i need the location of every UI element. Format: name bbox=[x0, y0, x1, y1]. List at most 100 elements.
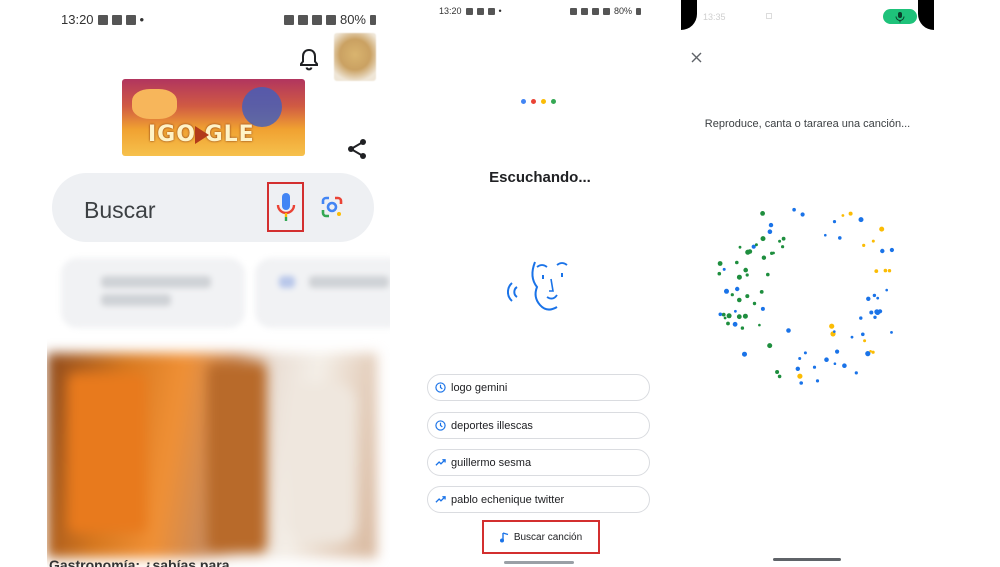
voice-search-mic-icon[interactable] bbox=[276, 192, 296, 222]
suggestion-label: guillermo sesma bbox=[451, 456, 532, 469]
suggestion-card[interactable] bbox=[61, 258, 245, 328]
news-card-title[interactable]: Gastronomía: ¿sabías para bbox=[49, 557, 379, 567]
sphere-dot bbox=[854, 371, 858, 375]
sphere-dot bbox=[874, 309, 880, 315]
battery-level: 80% bbox=[339, 12, 366, 27]
gallery-notification-icon bbox=[465, 7, 473, 15]
yellow-dot bbox=[541, 99, 546, 104]
mic-in-use-indicator bbox=[883, 9, 917, 24]
sphere-dot bbox=[760, 211, 765, 216]
suggestion-chip[interactable]: pablo echenique twitter bbox=[427, 486, 650, 513]
sphere-dot bbox=[752, 301, 757, 306]
gesture-handle[interactable] bbox=[773, 558, 841, 561]
listening-title: Escuchando... bbox=[489, 169, 591, 186]
google-doodle[interactable]: IGO GLE bbox=[122, 79, 305, 156]
sphere-dot bbox=[833, 330, 836, 333]
sphere-dot bbox=[717, 271, 722, 276]
sphere-dot bbox=[786, 328, 791, 333]
history-icon bbox=[435, 420, 446, 431]
account-avatar[interactable] bbox=[334, 33, 376, 81]
search-song-label: Buscar canción bbox=[513, 531, 583, 543]
sphere-dot bbox=[743, 267, 748, 273]
sphere-dot bbox=[874, 269, 879, 273]
sphere-dot bbox=[721, 312, 726, 317]
sphere-dot bbox=[841, 214, 845, 217]
gesture-handle[interactable] bbox=[504, 561, 574, 564]
sphere-dot bbox=[781, 245, 785, 249]
screen-corner bbox=[681, 0, 697, 30]
sphere-dot bbox=[887, 269, 892, 273]
sphere-dot bbox=[742, 351, 747, 357]
sphere-dot bbox=[736, 314, 742, 320]
share-icon[interactable] bbox=[346, 138, 368, 160]
sphere-dot bbox=[777, 374, 782, 379]
search-song-button[interactable]: Buscar canción bbox=[482, 520, 600, 554]
mute-icon bbox=[580, 7, 588, 15]
status-notification-icon bbox=[766, 13, 772, 19]
airplane-icon bbox=[325, 14, 336, 25]
doodle-decoration bbox=[242, 87, 282, 127]
suggestion-label: logo gemini bbox=[451, 381, 508, 394]
sphere-dot bbox=[865, 351, 871, 357]
sphere-dot bbox=[889, 247, 894, 253]
trending-icon bbox=[435, 496, 446, 503]
sphere-dot bbox=[767, 229, 773, 234]
notifications-bell-icon[interactable] bbox=[298, 47, 320, 71]
history-icon bbox=[435, 382, 446, 393]
sphere-dot bbox=[858, 217, 864, 223]
suggestion-label: pablo echenique twitter bbox=[451, 493, 565, 506]
sphere-dot bbox=[859, 316, 863, 320]
sphere-dot bbox=[730, 293, 734, 297]
sphere-dot bbox=[738, 245, 742, 249]
trending-icon bbox=[435, 459, 446, 466]
close-icon[interactable] bbox=[691, 52, 702, 63]
sphere-dot bbox=[850, 335, 854, 339]
sphere-dot bbox=[848, 211, 853, 216]
airplane-icon bbox=[602, 7, 610, 15]
suggestion-chip[interactable]: guillermo sesma bbox=[427, 449, 650, 476]
sphere-dot bbox=[799, 381, 803, 385]
sphere-dot bbox=[759, 290, 764, 294]
suggestion-card[interactable] bbox=[255, 258, 390, 328]
sphere-dot bbox=[829, 323, 835, 329]
sphere-dot bbox=[824, 233, 827, 237]
sphere-dot bbox=[734, 309, 737, 313]
suggestion-chip[interactable]: logo gemini bbox=[427, 374, 650, 401]
battery-level: 80% bbox=[613, 6, 632, 16]
news-card-image[interactable] bbox=[47, 353, 377, 558]
sphere-dot bbox=[717, 261, 723, 266]
google-listening-dots bbox=[521, 99, 556, 104]
sphere-dot bbox=[838, 236, 842, 240]
sphere-dot bbox=[812, 365, 817, 369]
suggestion-chip[interactable]: deportes illescas bbox=[427, 412, 650, 439]
sphere-dot bbox=[768, 222, 774, 228]
mic-icon bbox=[895, 12, 905, 23]
battery-icon bbox=[636, 7, 641, 15]
sphere-dot bbox=[803, 351, 807, 355]
red-dot bbox=[531, 99, 536, 104]
suggestion-label: deportes illescas bbox=[451, 419, 533, 432]
status-bar: 13:20 • 80% bbox=[47, 12, 390, 27]
app-notification-icon bbox=[487, 7, 495, 15]
sphere-dot bbox=[876, 296, 880, 300]
google-lens-icon[interactable] bbox=[320, 195, 344, 219]
sphere-dot bbox=[745, 249, 751, 255]
sphere-dot bbox=[832, 220, 837, 224]
sphere-dot bbox=[797, 373, 803, 379]
sphere-dot bbox=[798, 357, 802, 360]
blue-dot bbox=[521, 99, 526, 104]
sphere-dot bbox=[775, 370, 780, 374]
listening-dot-sphere bbox=[717, 207, 894, 385]
sphere-dot bbox=[758, 323, 761, 327]
status-time: 13:20 bbox=[439, 6, 462, 16]
sphere-dot bbox=[736, 274, 742, 280]
screen-corner bbox=[918, 0, 934, 30]
sphere-dot bbox=[735, 260, 739, 265]
hum-prompt: Reproduce, canta o tararea una canción..… bbox=[704, 118, 911, 130]
speaking-face-icon bbox=[507, 261, 568, 311]
green-dot bbox=[551, 99, 556, 104]
sphere-dot bbox=[833, 362, 837, 365]
sphere-dot bbox=[800, 212, 805, 217]
bluetooth-icon bbox=[569, 7, 577, 15]
sphere-dot bbox=[718, 312, 723, 317]
